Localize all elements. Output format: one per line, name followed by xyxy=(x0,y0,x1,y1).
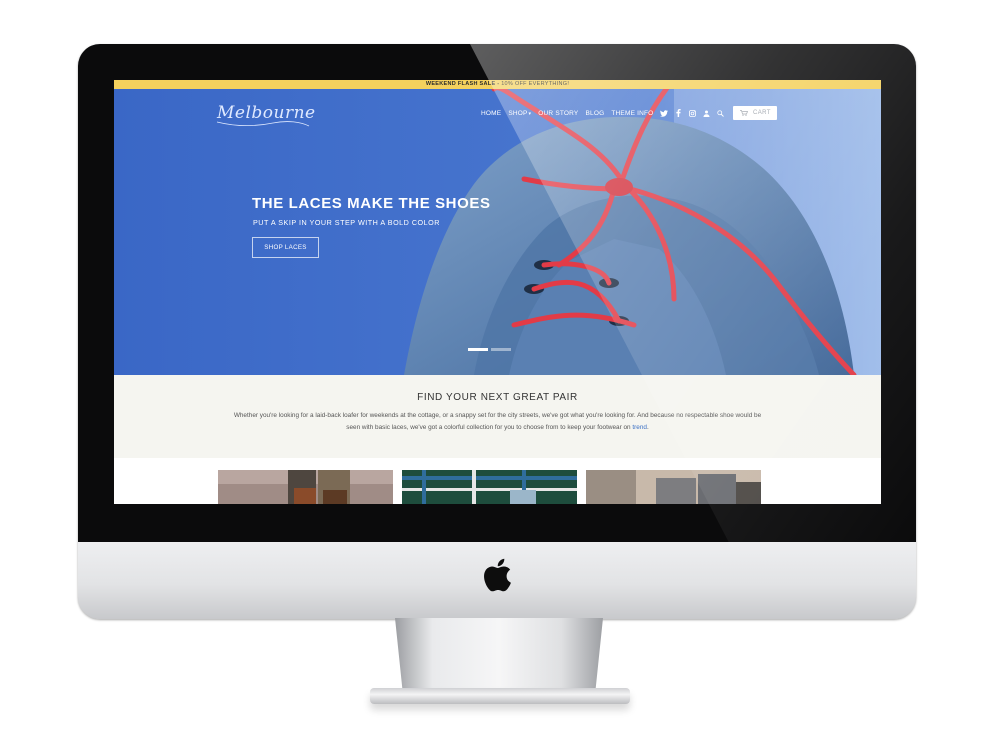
search-icon[interactable] xyxy=(716,109,724,117)
slide-dot-2[interactable] xyxy=(491,348,511,351)
hero-slideshow: Melbourne HOME SHOP▾ OUR STORY BLOG THEM… xyxy=(114,89,881,375)
cart-button[interactable]: CART xyxy=(733,106,778,120)
monitor-stand-foot xyxy=(370,688,630,704)
monitor-chin xyxy=(78,542,916,619)
shop-laces-button[interactable]: SHOP LACES xyxy=(252,237,319,258)
instagram-icon[interactable] xyxy=(688,109,696,117)
hero-title: THE LACES MAKE THE SHOES xyxy=(252,195,491,212)
account-icon[interactable] xyxy=(702,109,710,117)
product-image-3 xyxy=(586,470,761,504)
intro-title: FIND YOUR NEXT GREAT PAIR xyxy=(417,392,578,403)
nav-home[interactable]: HOME xyxy=(481,110,501,117)
nav-shop-label: SHOP xyxy=(508,109,528,117)
product-image-1 xyxy=(218,470,393,504)
trend-link[interactable]: trend xyxy=(632,424,647,431)
intro-section: FIND YOUR NEXT GREAT PAIR Whether you're… xyxy=(114,375,881,458)
main-nav: HOME SHOP▾ OUR STORY BLOG THEME INFO CAR… xyxy=(481,106,778,120)
brand-logo[interactable]: Melbourne xyxy=(217,103,316,123)
promo-banner[interactable]: WEEKEND FLASH SALE - 10% OFF EVERYTHING! xyxy=(114,80,881,89)
promo-bold: WEEKEND FLASH SALE - xyxy=(425,81,500,87)
product-tiles xyxy=(114,470,881,504)
nav-blog[interactable]: BLOG xyxy=(585,110,604,117)
cart-label: CART xyxy=(753,110,771,116)
product-tile-1[interactable] xyxy=(218,470,393,504)
product-tile-3[interactable] xyxy=(586,470,761,504)
intro-end: . xyxy=(646,424,649,431)
facebook-icon[interactable] xyxy=(674,109,682,117)
hero-shoe-image xyxy=(114,89,881,375)
twitter-icon[interactable] xyxy=(660,109,669,117)
nav-theme-info[interactable]: THEME INFO xyxy=(611,110,653,117)
product-image-2 xyxy=(402,470,577,504)
intro-text: Whether you're looking for a laid-back l… xyxy=(230,410,765,434)
nav-our-story[interactable]: OUR STORY xyxy=(538,110,578,117)
hero-subtitle: PUT A SKIP IN YOUR STEP WITH A BOLD COLO… xyxy=(253,218,440,227)
website-screen: WEEKEND FLASH SALE - 10% OFF EVERYTHING! xyxy=(114,80,881,504)
product-tile-2[interactable] xyxy=(402,470,577,504)
apple-logo-icon xyxy=(484,558,511,592)
cart-icon xyxy=(740,110,749,116)
intro-body: Whether you're looking for a laid-back l… xyxy=(233,412,762,431)
monitor-stand-neck xyxy=(395,618,603,698)
chevron-down-icon: ▾ xyxy=(528,110,532,117)
slideshow-dots xyxy=(468,348,514,351)
promo-text: 10% OFF EVERYTHING! xyxy=(499,81,570,87)
nav-shop[interactable]: SHOP▾ xyxy=(508,110,531,117)
slide-dot-1[interactable] xyxy=(468,348,488,351)
